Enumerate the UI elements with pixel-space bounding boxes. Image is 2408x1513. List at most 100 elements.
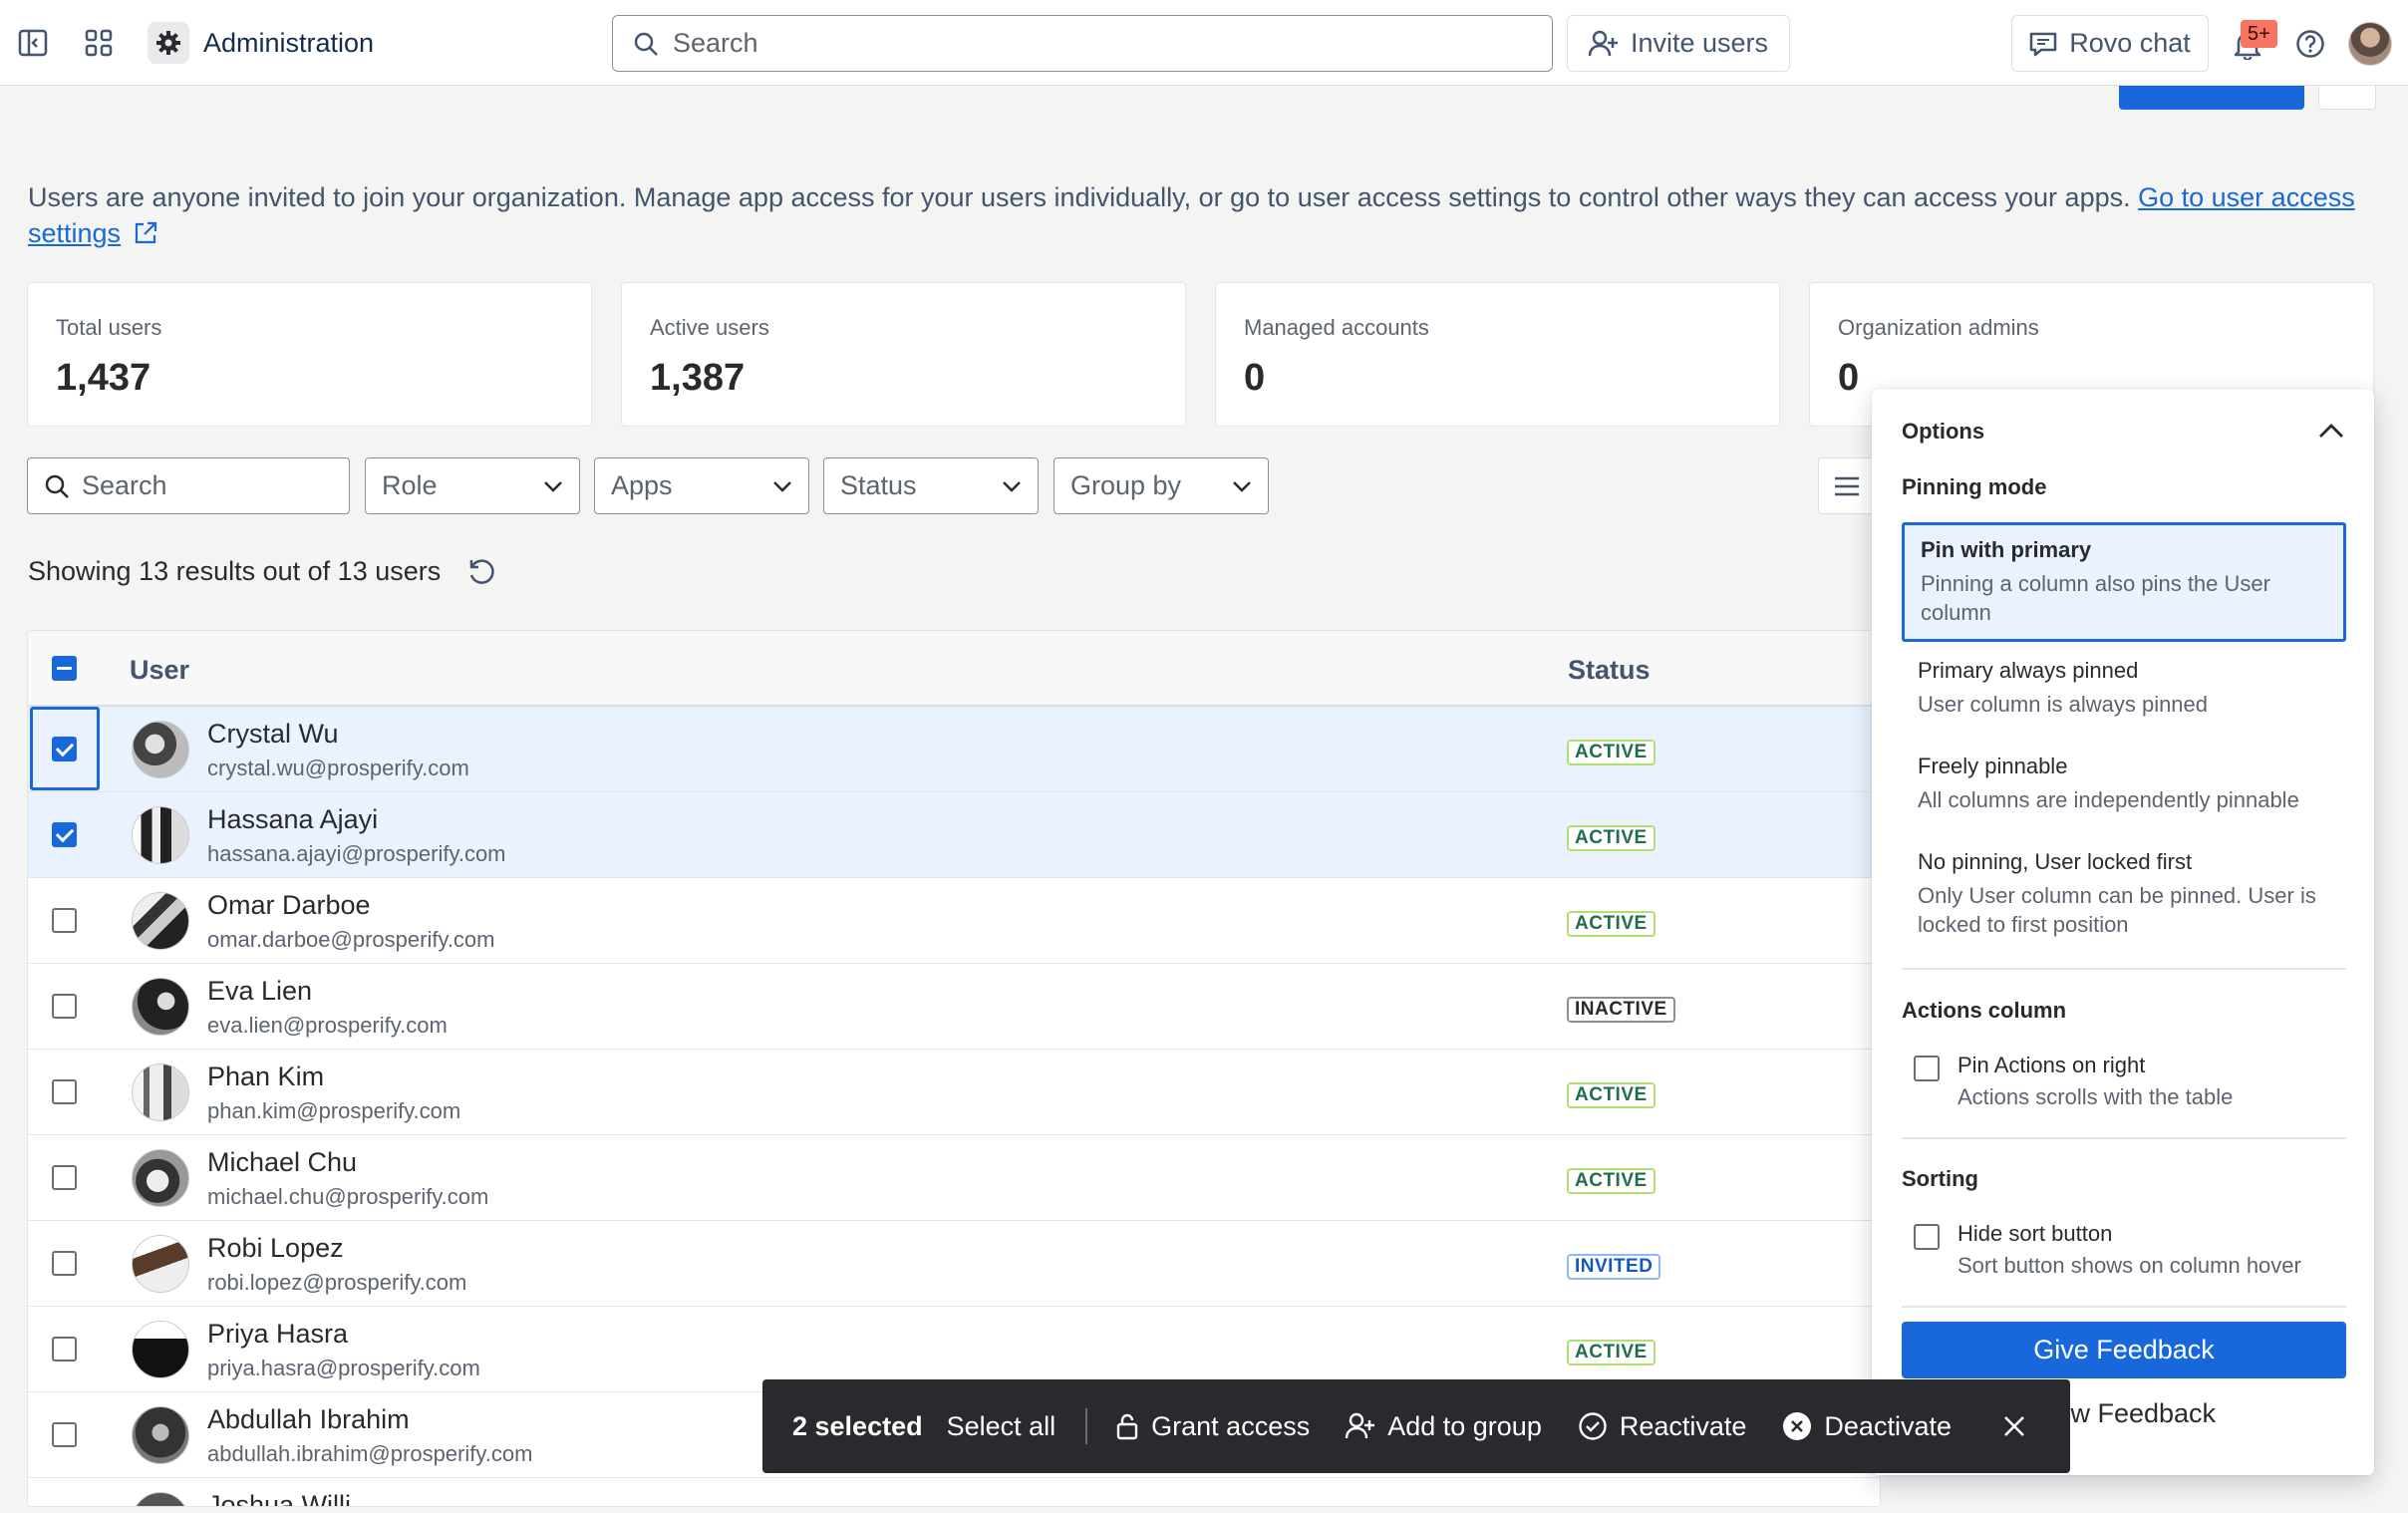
external-link-icon[interactable] bbox=[133, 220, 158, 246]
give-feedback-button[interactable]: Give Feedback bbox=[1902, 1322, 2346, 1378]
row-checkbox[interactable] bbox=[52, 822, 77, 847]
avatar bbox=[132, 1406, 189, 1464]
group-by-label: Group by bbox=[1070, 470, 1182, 500]
app-home-link[interactable]: Administration bbox=[148, 22, 374, 64]
user-search-input[interactable] bbox=[82, 470, 331, 501]
invite-users-label: Invite users bbox=[1630, 28, 1769, 58]
user-name[interactable]: Crystal Wu bbox=[207, 719, 339, 750]
rovo-chat-button[interactable]: Rovo chat bbox=[2011, 15, 2209, 72]
results-summary: Showing 13 results out of 13 users bbox=[28, 556, 496, 587]
pin-option-freely-pinnable[interactable]: Freely pinnable All columns are independ… bbox=[1902, 742, 2346, 826]
user-search[interactable] bbox=[27, 457, 350, 514]
pin-actions-checkbox[interactable] bbox=[1914, 1056, 1940, 1081]
divider bbox=[1902, 1306, 2346, 1308]
table-row[interactable]: Joshua Willi bbox=[28, 1478, 1880, 1506]
table-row[interactable]: Robi Lopez robi.lopez@prosperify.com INV… bbox=[28, 1221, 1880, 1307]
table-row[interactable]: Omar Darboe omar.darboe@prosperify.com A… bbox=[28, 878, 1880, 964]
group-by-filter[interactable]: Group by bbox=[1054, 457, 1269, 514]
status-badge: ACTIVE bbox=[1567, 825, 1656, 851]
table-row[interactable]: Eva Lien eva.lien@prosperify.com INACTIV… bbox=[28, 964, 1880, 1050]
hide-sort-checkbox[interactable] bbox=[1914, 1224, 1940, 1250]
user-name[interactable]: Omar Darboe bbox=[207, 890, 371, 921]
status-badge: ACTIVE bbox=[1567, 740, 1656, 765]
global-search-input[interactable] bbox=[673, 28, 1530, 59]
sidebar-toggle-icon[interactable] bbox=[14, 24, 52, 62]
row-checkbox[interactable] bbox=[52, 1251, 77, 1276]
user-name[interactable]: Robi Lopez bbox=[207, 1233, 344, 1264]
pin-option-primary-always-pinned[interactable]: Primary always pinned User column is alw… bbox=[1902, 646, 2346, 731]
avatar bbox=[132, 892, 189, 950]
more-actions-button[interactable] bbox=[2318, 86, 2376, 110]
row-checkbox[interactable] bbox=[52, 1079, 77, 1104]
pin-option-pin-with-primary[interactable]: Pin with primary Pinning a column also p… bbox=[1902, 522, 2346, 642]
close-icon[interactable] bbox=[1999, 1411, 2029, 1441]
global-search[interactable] bbox=[612, 15, 1553, 72]
reactivate-button[interactable]: Reactivate bbox=[1578, 1410, 1747, 1442]
option-description: User column is always pinned bbox=[1918, 692, 2209, 717]
chevron-up-icon[interactable] bbox=[2316, 419, 2346, 445]
row-checkbox[interactable] bbox=[52, 908, 77, 933]
row-checkbox[interactable] bbox=[52, 994, 77, 1019]
user-name[interactable]: Hassana Ajayi bbox=[207, 804, 378, 835]
results-text: Showing 13 results out of 13 users bbox=[28, 556, 442, 586]
pin-actions-label[interactable]: Pin Actions on right bbox=[1957, 1053, 2145, 1078]
help-icon[interactable] bbox=[2290, 24, 2330, 64]
user-name[interactable]: Phan Kim bbox=[207, 1061, 324, 1092]
divider bbox=[1085, 1408, 1088, 1444]
table-options-button[interactable] bbox=[1818, 457, 1876, 514]
status-badge: ACTIVE bbox=[1567, 1168, 1656, 1194]
invite-users-button[interactable]: Invite users bbox=[1567, 15, 1790, 72]
invite-users-primary-button[interactable] bbox=[2119, 86, 2304, 110]
pin-option-no-pinning[interactable]: No pinning, User locked first Only User … bbox=[1902, 837, 2346, 951]
avatar bbox=[132, 806, 189, 864]
user-email: abdullah.ibrahim@prosperify.com bbox=[207, 1441, 533, 1466]
sorting-heading: Sorting bbox=[1902, 1166, 1978, 1191]
role-filter[interactable]: Role bbox=[365, 457, 580, 514]
refresh-icon[interactable] bbox=[466, 557, 496, 587]
hide-sort-label[interactable]: Hide sort button bbox=[1957, 1221, 2112, 1247]
status-badge: ACTIVE bbox=[1567, 1082, 1656, 1108]
add-to-group-button[interactable]: Add to group bbox=[1346, 1411, 1542, 1442]
row-checkbox[interactable] bbox=[52, 1165, 77, 1190]
status-filter[interactable]: Status bbox=[823, 457, 1039, 514]
reactivate-label: Reactivate bbox=[1619, 1410, 1747, 1441]
user-name[interactable]: Eva Lien bbox=[207, 976, 312, 1007]
user-name[interactable]: Abdullah Ibrahim bbox=[207, 1404, 410, 1435]
user-name[interactable]: Priya Hasra bbox=[207, 1319, 348, 1350]
select-all-button[interactable]: Select all bbox=[947, 1411, 1056, 1442]
option-description: All columns are independently pinnable bbox=[1918, 787, 2299, 812]
row-checkbox[interactable] bbox=[52, 1337, 77, 1362]
select-all-checkbox[interactable] bbox=[52, 656, 77, 681]
users-table: User Status Crystal Wu crystal.wu@prospe… bbox=[27, 630, 1881, 1507]
stat-label: Managed accounts bbox=[1244, 315, 1429, 340]
apps-filter[interactable]: Apps bbox=[594, 457, 809, 514]
divider bbox=[1902, 1137, 2346, 1139]
stat-card-managed-accounts: Managed accounts 0 bbox=[1215, 282, 1780, 427]
user-name[interactable]: Michael Chu bbox=[207, 1147, 357, 1178]
table-row[interactable]: Crystal Wu crystal.wu@prosperify.com ACT… bbox=[28, 707, 1880, 792]
deactivate-button[interactable]: Deactivate bbox=[1782, 1411, 1952, 1442]
cross-circle-icon bbox=[1783, 1412, 1812, 1440]
user-name[interactable]: Joshua Willi bbox=[207, 1490, 351, 1506]
avatar bbox=[132, 1492, 189, 1506]
row-checkbox[interactable] bbox=[52, 737, 77, 761]
status-filter-label: Status bbox=[840, 470, 917, 500]
column-header-status[interactable]: Status bbox=[1568, 655, 1651, 686]
user-email: michael.chu@prosperify.com bbox=[207, 1184, 489, 1209]
table-row[interactable]: Hassana Ajayi hassana.ajayi@prosperify.c… bbox=[28, 792, 1880, 878]
rovo-chat-label: Rovo chat bbox=[2069, 28, 2191, 58]
profile-avatar[interactable] bbox=[2348, 22, 2392, 66]
table-row[interactable]: Phan Kim phan.kim@prosperify.com ACTIVE bbox=[28, 1050, 1880, 1135]
row-checkbox[interactable] bbox=[52, 1422, 77, 1447]
add-person-icon bbox=[1588, 30, 1618, 56]
column-header-user[interactable]: User bbox=[130, 655, 189, 686]
app-switcher-icon[interactable] bbox=[80, 24, 118, 62]
hide-sort-description: Sort button shows on column hover bbox=[1957, 1253, 2301, 1278]
chevron-down-icon bbox=[1233, 480, 1251, 492]
stat-value: 1,387 bbox=[650, 357, 746, 399]
chevron-down-icon bbox=[544, 480, 562, 492]
grant-access-button[interactable]: Grant access bbox=[1115, 1411, 1310, 1442]
user-email: robi.lopez@prosperify.com bbox=[207, 1270, 467, 1295]
status-badge: INACTIVE bbox=[1567, 997, 1675, 1023]
table-row[interactable]: Michael Chu michael.chu@prosperify.com A… bbox=[28, 1135, 1880, 1221]
